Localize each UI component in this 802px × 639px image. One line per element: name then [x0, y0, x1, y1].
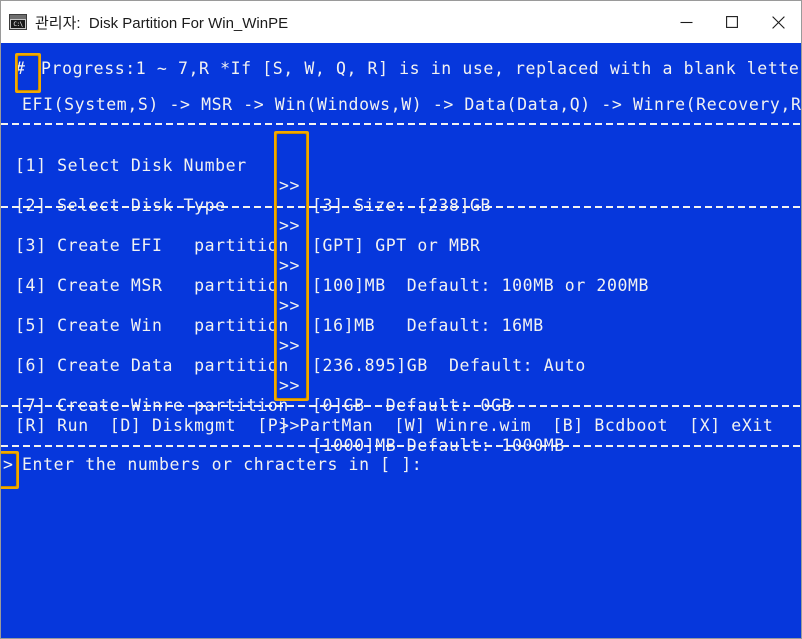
separator-top — [1, 123, 801, 125]
minimize-button[interactable] — [663, 1, 709, 43]
menu-row-7[interactable]: [7] Create Winre partition >> [1000]MB D… — [1, 376, 801, 455]
window-title: 관리자: Disk Partition For Win_WinPE — [35, 14, 289, 32]
menu-row-6[interactable]: [6] Create Data partition >> [0]GB Defau… — [1, 336, 801, 415]
window-controls — [663, 1, 801, 43]
menu-row-4-label: [4] Create MSR partition — [15, 276, 289, 295]
console-screen[interactable]: # Progress:1 ~ 7,R *If [S, W, Q, R] is i… — [1, 43, 801, 638]
prompt-text: Enter the numbers or chracters in [ ]: — [22, 455, 423, 474]
close-icon — [771, 15, 785, 29]
console-window: C:\ 관리자: Disk Partition For Win_WinPE # … — [0, 0, 802, 639]
menu-row-1-label: [1] Select Disk Number — [15, 156, 247, 175]
menu-row-5[interactable]: [5] Create Win partition >> [236.895]GB … — [1, 296, 801, 375]
maximize-button[interactable] — [709, 1, 755, 43]
minimize-icon — [680, 21, 692, 23]
separator-disk — [1, 206, 801, 208]
console-icon-glyph: C:\ — [11, 20, 25, 28]
menu-row-1[interactable]: [1] Select Disk Number >> [3] Size: [238… — [1, 136, 801, 215]
menu-row-2[interactable]: [2] Select Disk Type >> [GPT] GPT or MBR — [1, 176, 801, 255]
maximize-icon — [726, 16, 738, 28]
header-progress-line: Progress:1 ~ 7,R *If [S, W, Q, R] is in … — [41, 59, 801, 78]
prompt-caret: > — [3, 455, 14, 474]
separator-commands — [1, 405, 801, 407]
menu-row-3[interactable]: [3] Create EFI partition >> [100]MB Defa… — [1, 216, 801, 295]
title-bar: C:\ 관리자: Disk Partition For Win_WinPE — [1, 1, 801, 43]
close-button[interactable] — [755, 1, 801, 43]
console-icon-bar — [10, 15, 26, 19]
separator-prompt — [1, 445, 801, 447]
menu-row-5-label: [5] Create Win partition — [15, 316, 289, 335]
menu-row-4[interactable]: [4] Create MSR partition >> [16]MB Defau… — [1, 256, 801, 335]
menu-row-3-label: [3] Create EFI partition — [15, 236, 289, 255]
menu-row-3-value: [100]MB Default: 100MB or 200MB — [312, 276, 650, 295]
menu-row-5-value: [236.895]GB Default: Auto — [312, 356, 586, 375]
menu-row-6-label: [6] Create Data partition — [15, 356, 289, 375]
console-icon: C:\ — [9, 14, 27, 30]
header-flow-line: EFI(System,S) -> MSR -> Win(Windows,W) -… — [22, 95, 801, 114]
menu-row-4-value: [16]MB Default: 16MB — [312, 316, 544, 335]
command-line[interactable]: [R] Run [D] Diskmgmt [P] PartMan [W] Win… — [15, 416, 773, 436]
header-marker: # — [15, 59, 26, 78]
menu-row-2-value: [GPT] GPT or MBR — [312, 236, 481, 255]
